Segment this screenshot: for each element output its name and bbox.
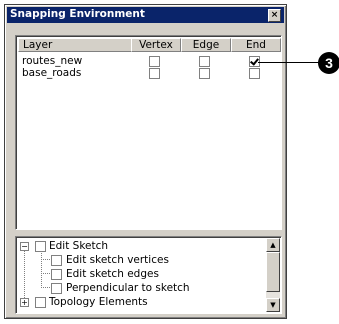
table-row: routes_new	[18, 55, 279, 67]
layer-name: routes_new	[22, 55, 83, 67]
tree-checkbox[interactable]	[51, 255, 62, 266]
window-title: Snapping Environment	[10, 8, 145, 20]
tree-item-topology-elements[interactable]: + Topology Elements	[16, 295, 256, 309]
edge-checkbox[interactable]	[199, 56, 210, 67]
tree-checkbox[interactable]	[51, 269, 62, 280]
layer-name: base_roads	[22, 67, 82, 79]
tree-item-label: Edit sketch edges	[66, 268, 159, 280]
tree-item-label: Topology Elements	[49, 296, 148, 308]
column-header-vertex[interactable]: Vertex	[131, 38, 181, 52]
snapping-tree: − Edit Sketch Edit sketch vertices Edit …	[15, 236, 282, 314]
scroll-up-button[interactable]: ▲	[266, 238, 280, 252]
tree-scrollbar[interactable]: ▲ ▼	[266, 238, 280, 312]
column-header-end[interactable]: End	[231, 38, 281, 52]
close-button[interactable]: ×	[268, 9, 281, 22]
scroll-thumb[interactable]	[266, 252, 280, 292]
expand-icon[interactable]: +	[20, 298, 29, 307]
column-header-layer[interactable]: Layer	[18, 38, 132, 52]
vertex-checkbox[interactable]	[149, 68, 160, 79]
layer-snapping-table: Layer Vertex Edge End routes_new base_ro…	[15, 35, 282, 230]
tree-item-perpendicular-to-sketch[interactable]: Perpendicular to sketch	[16, 281, 256, 295]
tree-checkbox[interactable]	[35, 241, 46, 252]
edge-checkbox[interactable]	[199, 68, 210, 79]
scroll-down-button[interactable]: ▼	[266, 298, 280, 312]
tree-item-edit-sketch-edges[interactable]: Edit sketch edges	[16, 267, 256, 281]
tree-item-label: Edit sketch vertices	[66, 254, 169, 266]
title-bar[interactable]: Snapping Environment ×	[7, 7, 284, 23]
tree-checkbox[interactable]	[51, 283, 62, 294]
vertex-checkbox[interactable]	[149, 56, 160, 67]
callout-number-badge: 3	[318, 52, 339, 74]
tree-item-edit-sketch-vertices[interactable]: Edit sketch vertices	[16, 253, 256, 267]
collapse-icon[interactable]: −	[20, 242, 29, 251]
tree-item-label: Edit Sketch	[49, 240, 109, 252]
end-checkbox[interactable]	[249, 68, 260, 79]
column-header-edge[interactable]: Edge	[181, 38, 231, 52]
tree-item-edit-sketch[interactable]: − Edit Sketch	[16, 239, 256, 253]
table-header: Layer Vertex Edge End	[18, 38, 281, 52]
callout-leader-line	[258, 62, 320, 63]
snapping-environment-window: Snapping Environment × Layer Vertex Edge…	[4, 4, 287, 319]
tree-item-label: Perpendicular to sketch	[66, 282, 190, 294]
table-row: base_roads	[18, 67, 279, 79]
tree-checkbox[interactable]	[35, 297, 46, 308]
